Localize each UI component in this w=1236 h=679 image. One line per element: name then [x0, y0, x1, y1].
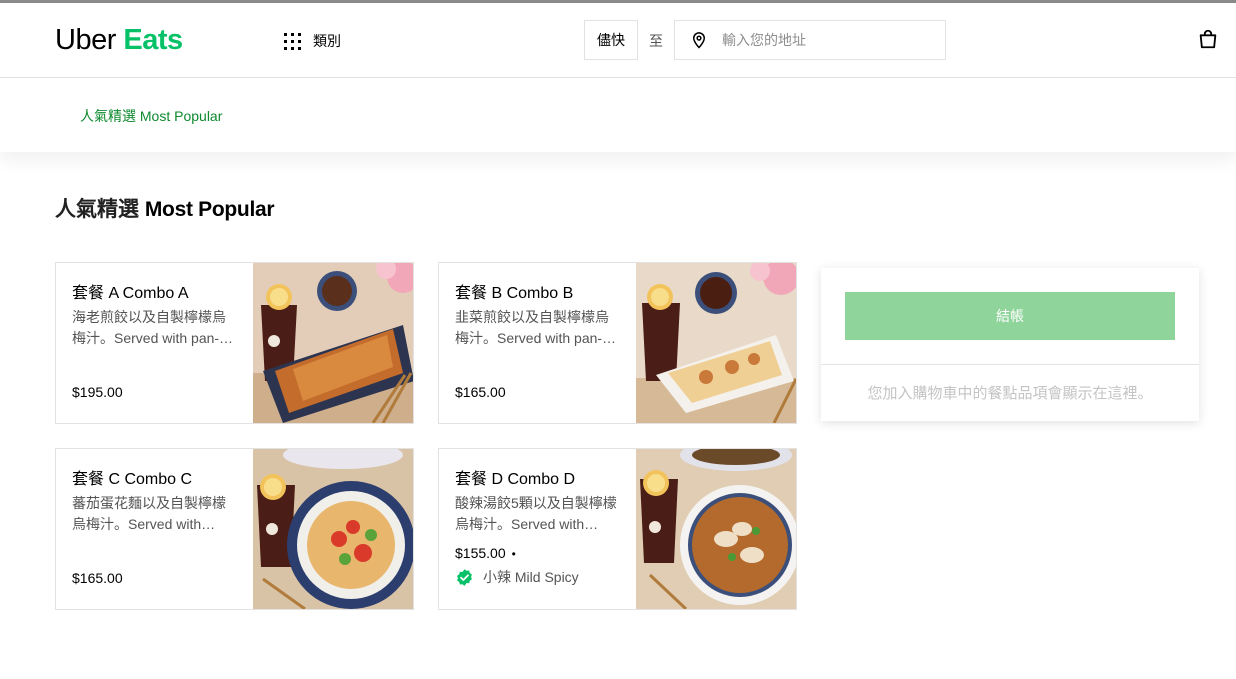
- uber-eats-logo[interactable]: Uber Eats: [55, 24, 183, 56]
- menu-item-description: 海老煎餃以及自製檸檬烏梅汁。Served with pan-…: [72, 309, 234, 346]
- shopping-bag-icon[interactable]: [1197, 28, 1219, 50]
- menu-item-card[interactable]: 套餐 D Combo D 酸辣湯餃5顆以及自製檸檬烏梅汁。Served with…: [438, 448, 797, 610]
- menu-item-price-row: $155.00 •: [455, 545, 516, 561]
- menu-item-card[interactable]: 套餐 C Combo C 蕃茄蛋花麵以及自製檸檬烏梅汁。Served with……: [55, 448, 414, 610]
- food-photo-pan-fried-dumplings: [636, 263, 796, 423]
- menu-item-name: 套餐 C Combo C: [72, 471, 193, 488]
- menu-category-nav: 人氣精選 Most Popular: [0, 78, 1236, 152]
- section-title: 人氣精選 Most Popular: [55, 196, 275, 224]
- grid-icon: [284, 32, 301, 50]
- menu-item-card[interactable]: 套餐 A Combo A 海老煎餃以及自製檸檬烏梅汁。Served with p…: [55, 262, 414, 424]
- cart-panel: 結帳 您加入購物車中的餐點品項會顯示在這裡。: [821, 268, 1199, 421]
- menu-item-card[interactable]: 套餐 B Combo B 韭菜煎餃以及自製檸檬烏梅汁。Served with p…: [438, 262, 797, 424]
- food-photo-dumplings: [253, 263, 413, 423]
- section-title-en: Most Popular: [144, 198, 275, 221]
- logo-uber-text: Uber: [55, 24, 116, 56]
- menu-item-name: 套餐 B Combo B: [455, 285, 574, 302]
- cart-empty-message: 您加入購物車中的餐點品項會顯示在這裡。: [867, 385, 1153, 402]
- menu-item-name: 套餐 D Combo D: [455, 471, 576, 488]
- logo-eats-text: Eats: [123, 24, 183, 56]
- section-title-zh: 人氣精選: [55, 198, 139, 221]
- location-pin-icon: [692, 32, 706, 49]
- address-field[interactable]: [674, 20, 946, 60]
- food-photo-tomato-noodles: [253, 449, 413, 609]
- food-photo-hot-sour-soup-dumplings: [636, 449, 796, 609]
- menu-item-name: 套餐 A Combo A: [72, 285, 189, 302]
- menu-item-price: $155.00: [455, 545, 506, 561]
- top-navigation-bar: Uber Eats 類別 儘快 至: [0, 3, 1236, 78]
- categories-menu-button[interactable]: 類別: [284, 31, 341, 51]
- menu-item-description: 酸辣湯餃5顆以及自製檸檬烏梅汁。Served with…: [455, 495, 617, 532]
- checkout-button[interactable]: 結帳: [845, 292, 1175, 340]
- dietary-tag: 小辣 Mild Spicy: [455, 567, 579, 587]
- price-separator: •: [511, 547, 516, 561]
- categories-label: 類別: [313, 33, 341, 49]
- menu-item-price: $195.00: [72, 384, 123, 400]
- address-input[interactable]: [722, 32, 932, 48]
- menu-item-description: 韭菜煎餃以及自製檸檬烏梅汁。Served with pan-…: [455, 309, 617, 346]
- verified-badge-icon: [457, 568, 472, 586]
- menu-item-description: 蕃茄蛋花麵以及自製檸檬烏梅汁。Served with…: [72, 495, 226, 532]
- menu-item-price: $165.00: [455, 384, 506, 400]
- delivery-time-button[interactable]: 儘快: [584, 20, 638, 60]
- category-tab-most-popular[interactable]: 人氣精選 Most Popular: [80, 106, 222, 126]
- to-label: 至: [649, 33, 663, 49]
- dietary-tag-label: 小辣 Mild Spicy: [483, 569, 579, 585]
- cart-divider: [821, 364, 1199, 365]
- menu-item-price: $165.00: [72, 570, 123, 586]
